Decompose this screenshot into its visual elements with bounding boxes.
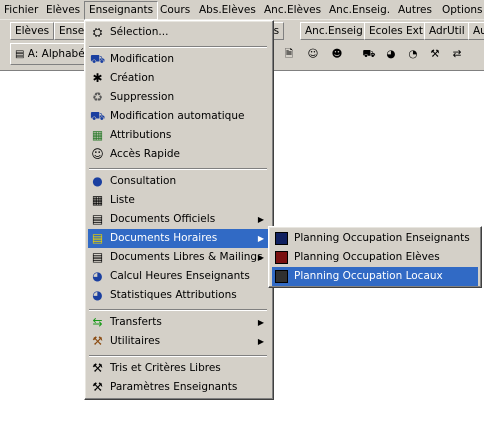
pie-tool-icon[interactable]: ◔ <box>402 44 424 64</box>
quick-access-icon: ☺ <box>91 147 104 161</box>
consultation-icon: ● <box>92 174 103 188</box>
sort-selector[interactable]: ▤ A: Alphabé <box>10 43 90 65</box>
teacher-settings-icon: ⚒ <box>92 380 103 394</box>
menu-item-utilitaires[interactable]: ⚒ Utilitaires ▶ <box>88 332 270 351</box>
suppression-icon: ♻ <box>92 90 103 104</box>
enseignants-menu: ⛭ Sélection... ⛟ Modification ✱ Création… <box>84 20 274 400</box>
menu-options[interactable]: Options <box>442 3 483 17</box>
menu-item-parametres[interactable]: ⚒ Paramètres Enseignants <box>88 378 270 397</box>
schedule-documents-icon: ▤ <box>91 231 104 245</box>
menu-item-modification-auto[interactable]: ⛟ Modification automatique <box>88 107 270 126</box>
planning-teachers-icon <box>274 231 289 246</box>
document-tool-icon[interactable]: 🗎 <box>278 44 300 64</box>
menu-enseignants[interactable]: Enseignants <box>84 1 159 20</box>
list-icon: ▦ <box>91 193 104 207</box>
menu-autres[interactable]: Autres <box>398 3 432 17</box>
menu-item-documents-officiels[interactable]: ▤ Documents Officiels ▶ <box>88 210 270 229</box>
planning-rooms-icon <box>274 269 289 284</box>
menu-item-transferts[interactable]: ⇆ Transferts ▶ <box>88 313 270 332</box>
tools-tool-icon[interactable]: ⚒ <box>424 44 446 64</box>
menu-separator <box>89 355 267 357</box>
menu-item-calcul-heures[interactable]: ◕ Calcul Heures Enseignants <box>88 267 270 286</box>
sort-criteria-icon: ⚒ <box>92 361 103 375</box>
transfer-tool-icon[interactable]: ⇄ <box>446 44 468 64</box>
menu-bar: Fichier Elèves Enseignants Cours Abs.Elè… <box>0 0 484 20</box>
selection-icon: ⛭ <box>92 25 103 39</box>
submenu-item-planning-eleves[interactable]: Planning Occupation Elèves <box>272 248 478 267</box>
menu-abs-eleves[interactable]: Abs.Elèves <box>199 3 256 17</box>
utilities-icon: ⚒ <box>92 334 103 348</box>
statistics-icon: ◕ <box>92 288 103 302</box>
menu-item-suppression[interactable]: ♻ Suppression <box>88 88 270 107</box>
auto-modification-icon: ⛟ <box>90 109 106 123</box>
menu-item-consultation[interactable]: ● Consultation <box>88 172 270 191</box>
menu-separator <box>89 46 267 48</box>
modification-icon: ⛟ <box>90 52 106 66</box>
menu-item-liste[interactable]: ▦ Liste <box>88 191 270 210</box>
tab-autres[interactable]: Au <box>468 22 484 40</box>
sort-icon: ▤ <box>15 49 25 60</box>
menu-eleves[interactable]: Elèves <box>46 3 80 17</box>
person-tool-icon[interactable]: ☺ <box>302 44 324 64</box>
planning-students-icon <box>274 250 289 265</box>
hours-calc-icon: ◕ <box>92 269 103 283</box>
submenu-item-planning-locaux[interactable]: Planning Occupation Locaux <box>272 267 478 286</box>
menu-item-documents-horaires[interactable]: ▤ Documents Horaires ▶ <box>88 229 270 248</box>
tab-adrutil[interactable]: AdrUtil <box>424 22 470 40</box>
sort-label: A: Alphabé <box>27 48 85 60</box>
submenu-arrow-icon: ▶ <box>257 337 264 346</box>
official-documents-icon: ▤ <box>91 212 104 226</box>
menu-item-creation[interactable]: ✱ Création <box>88 69 270 88</box>
creation-icon: ✱ <box>92 71 103 85</box>
menu-fichier[interactable]: Fichier <box>4 3 38 17</box>
menu-item-acces-rapide[interactable]: ☺ Accès Rapide <box>88 145 270 164</box>
submenu-arrow-icon: ▶ <box>257 234 264 243</box>
documents-horaires-submenu: Planning Occupation Enseignants Planning… <box>268 226 482 288</box>
menu-cours[interactable]: Cours <box>160 3 190 17</box>
menu-separator <box>89 168 267 170</box>
tab-ecoles-ext[interactable]: Ecoles Ext <box>364 22 428 40</box>
chart-tool-icon[interactable]: ◕ <box>380 44 402 64</box>
group-tool-icon[interactable]: ☻ <box>326 44 348 64</box>
menu-item-attributions[interactable]: ▦ Attributions <box>88 126 270 145</box>
menu-item-tris-criteres[interactable]: ⚒ Tris et Critères Libres <box>88 359 270 378</box>
menu-item-documents-libres[interactable]: ▤ Documents Libres & Mailings ▶ <box>88 248 270 267</box>
free-documents-icon: ▤ <box>91 250 104 264</box>
menu-anc-enseig[interactable]: Anc.Enseig. <box>329 3 390 17</box>
submenu-item-planning-enseignants[interactable]: Planning Occupation Enseignants <box>272 229 478 248</box>
menu-item-modification[interactable]: ⛟ Modification <box>88 50 270 69</box>
submenu-arrow-icon: ▶ <box>257 215 264 224</box>
menu-separator <box>89 309 267 311</box>
submenu-arrow-icon: ▶ <box>257 318 264 327</box>
car-tool-icon[interactable]: ⛟ <box>358 44 380 64</box>
tab-anc-enseig[interactable]: Anc.Enseig <box>300 22 368 40</box>
transfers-icon: ⇆ <box>92 315 103 329</box>
menu-item-statistiques[interactable]: ◕ Statistiques Attributions <box>88 286 270 305</box>
attributions-icon: ▦ <box>91 128 104 142</box>
tab-eleves[interactable]: Elèves <box>10 22 55 40</box>
menu-anc-eleves[interactable]: Anc.Elèves <box>264 3 321 17</box>
menu-item-selection[interactable]: ⛭ Sélection... <box>88 23 270 42</box>
submenu-arrow-icon: ▶ <box>257 253 264 262</box>
